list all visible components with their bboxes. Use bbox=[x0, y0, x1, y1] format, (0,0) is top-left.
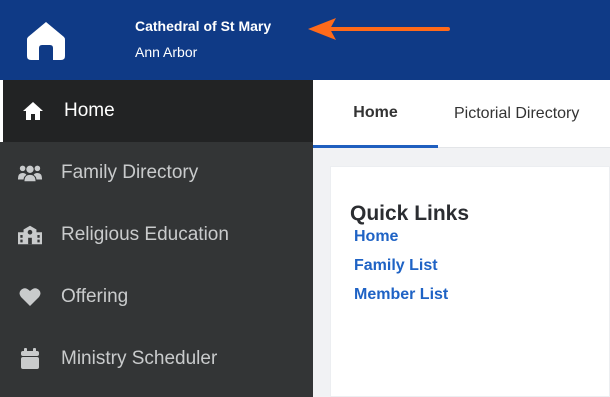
tab-pictorial-directory[interactable]: Pictorial Directory bbox=[438, 80, 610, 148]
quick-links-title: Quick Links bbox=[350, 202, 470, 225]
school-icon bbox=[18, 223, 42, 247]
heart-icon bbox=[18, 285, 42, 309]
tab-label: Pictorial Directory bbox=[454, 105, 580, 122]
house-icon[interactable] bbox=[25, 20, 67, 62]
home-icon bbox=[21, 99, 45, 123]
organization-city: Ann Arbor bbox=[135, 44, 198, 60]
tab-home[interactable]: Home bbox=[313, 80, 438, 148]
sidebar-item-label: Family Directory bbox=[61, 162, 199, 183]
tab-label: Home bbox=[353, 103, 398, 121]
sidebar-item-offering[interactable]: Offering bbox=[0, 266, 313, 328]
quick-link-home[interactable]: Home bbox=[354, 228, 398, 246]
quick-links-card bbox=[330, 166, 610, 397]
tab-bar: Home Pictorial Directory bbox=[313, 80, 610, 148]
app-header: Cathedral of St Mary Ann Arbor bbox=[0, 0, 610, 80]
calendar-icon bbox=[18, 347, 42, 371]
sidebar-item-religious-education[interactable]: Religious Education bbox=[0, 204, 313, 266]
sidebar: Home Family Directory Religious Educatio… bbox=[0, 80, 313, 397]
sidebar-item-label: Home bbox=[64, 100, 115, 121]
sidebar-item-label: Offering bbox=[61, 286, 129, 307]
people-icon bbox=[18, 161, 42, 185]
sidebar-item-family-directory[interactable]: Family Directory bbox=[0, 142, 313, 204]
sidebar-item-label: Ministry Scheduler bbox=[61, 348, 218, 369]
sidebar-item-home[interactable]: Home bbox=[0, 80, 313, 142]
annotation-arrow-icon bbox=[308, 18, 450, 40]
quick-link-member-list[interactable]: Member List bbox=[354, 286, 448, 304]
sidebar-item-ministry-scheduler[interactable]: Ministry Scheduler bbox=[0, 328, 313, 390]
sidebar-item-label: Religious Education bbox=[61, 224, 229, 245]
organization-name: Cathedral of St Mary bbox=[135, 18, 272, 34]
quick-link-family-list[interactable]: Family List bbox=[354, 257, 438, 275]
